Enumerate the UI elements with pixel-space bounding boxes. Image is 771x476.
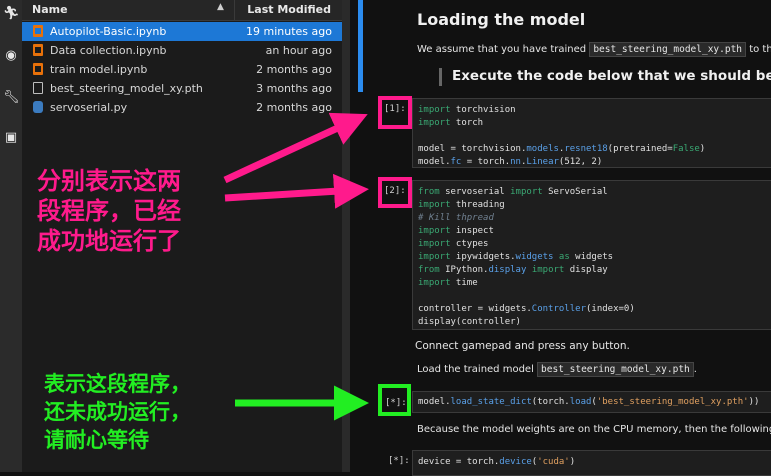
- file-row[interactable]: best_steering_model_xy.pth 3 months ago: [22, 79, 342, 98]
- panel-splitter[interactable]: [342, 0, 350, 472]
- file-modified: an hour ago: [265, 44, 332, 57]
- file-icon: [33, 82, 43, 94]
- notebook-icon: [33, 25, 43, 37]
- file-name: best_steering_model_xy.pth: [50, 82, 203, 95]
- md-gamepad: Connect gamepad and press any button.: [415, 340, 630, 352]
- cell-code: device = torch.device('cuda'): [418, 457, 576, 467]
- file-name: servoserial.py: [50, 101, 128, 114]
- activity-bar: 🏃︎ ◉ 🔧︎ ▣: [0, 0, 22, 472]
- notebook-icon: [33, 44, 43, 56]
- file-modified: 3 months ago: [256, 82, 332, 95]
- file-name: Autopilot-Basic.ipynb: [50, 25, 167, 38]
- intro-text: We assume that you have trained: [417, 44, 587, 55]
- intro-inline-code: best_steering_model_xy.pth: [589, 42, 747, 57]
- intro-tail: to the: [749, 44, 771, 55]
- highlight-box-cell-2: [378, 177, 412, 208]
- file-row[interactable]: Autopilot-Basic.ipynb 19 minutes ago: [22, 22, 342, 41]
- code-cell-2[interactable]: from servoserial import ServoSerial impo…: [412, 180, 771, 330]
- active-cell-indicator: [358, 0, 363, 92]
- green-annotation: 表示这段程序， 还未成功运行， 请耐心等待: [44, 372, 191, 452]
- md-load-tail: .: [693, 364, 697, 375]
- notebook-icon: [33, 63, 43, 75]
- palette-icon[interactable]: ◉: [3, 48, 19, 64]
- file-row[interactable]: servoserial.py 2 months ago: [22, 98, 342, 117]
- column-divider[interactable]: [234, 0, 235, 20]
- intro-paragraph: We assume that you have trained best_ste…: [417, 42, 771, 57]
- md-cpu: Because the model weights are on the CPU…: [417, 424, 771, 435]
- highlight-box-cell-3: [378, 384, 411, 416]
- code-cell-4[interactable]: device = torch.device('cuda'): [412, 450, 771, 476]
- file-modified: 19 minutes ago: [246, 25, 332, 38]
- file-modified: 2 months ago: [256, 63, 332, 76]
- notebook-heading: Loading the model: [417, 10, 586, 29]
- cell-code: from servoserial import ServoSerial impo…: [418, 187, 635, 327]
- cell-code: model.load_state_dict(torch.load('best_s…: [418, 397, 760, 407]
- md-load: Load the trained model best_steering_mod…: [417, 362, 697, 377]
- cell-prompt: [*]:: [388, 456, 410, 466]
- code-cell-1[interactable]: import torchvision import torch model = …: [412, 98, 771, 168]
- wrench-icon[interactable]: 🔧︎: [3, 90, 20, 106]
- code-cell-3[interactable]: model.load_state_dict(torch.load('best_s…: [412, 391, 771, 413]
- blockquote-bar: [439, 68, 442, 86]
- tabs-icon[interactable]: ▣: [3, 130, 19, 146]
- highlight-box-cell-1: [378, 96, 412, 129]
- file-name: Data collection.ipynb: [50, 44, 167, 57]
- running-icon[interactable]: 🏃︎: [3, 6, 20, 22]
- cell-code: import torchvision import torch model = …: [418, 105, 706, 167]
- column-modified-header[interactable]: Last Modified: [247, 3, 331, 16]
- md-load-inline-code: best_steering_model_xy.pth: [537, 362, 694, 377]
- file-row[interactable]: train model.ipynb 2 months ago: [22, 60, 342, 79]
- blockquote-text: Execute the code below that we should be…: [452, 68, 771, 84]
- python-icon: [33, 101, 43, 113]
- md-load-text: Load the trained model: [417, 364, 534, 375]
- file-modified: 2 months ago: [256, 101, 332, 114]
- file-row[interactable]: Data collection.ipynb an hour ago: [22, 41, 342, 60]
- pink-annotation: 分别表示这两 段程序，已经 成功地运行了: [37, 167, 181, 255]
- file-name: train model.ipynb: [50, 63, 148, 76]
- sort-up-icon[interactable]: ▲: [217, 2, 224, 12]
- file-browser-header: Name ▲ Last Modified: [22, 0, 342, 21]
- column-name-header[interactable]: Name: [32, 3, 68, 16]
